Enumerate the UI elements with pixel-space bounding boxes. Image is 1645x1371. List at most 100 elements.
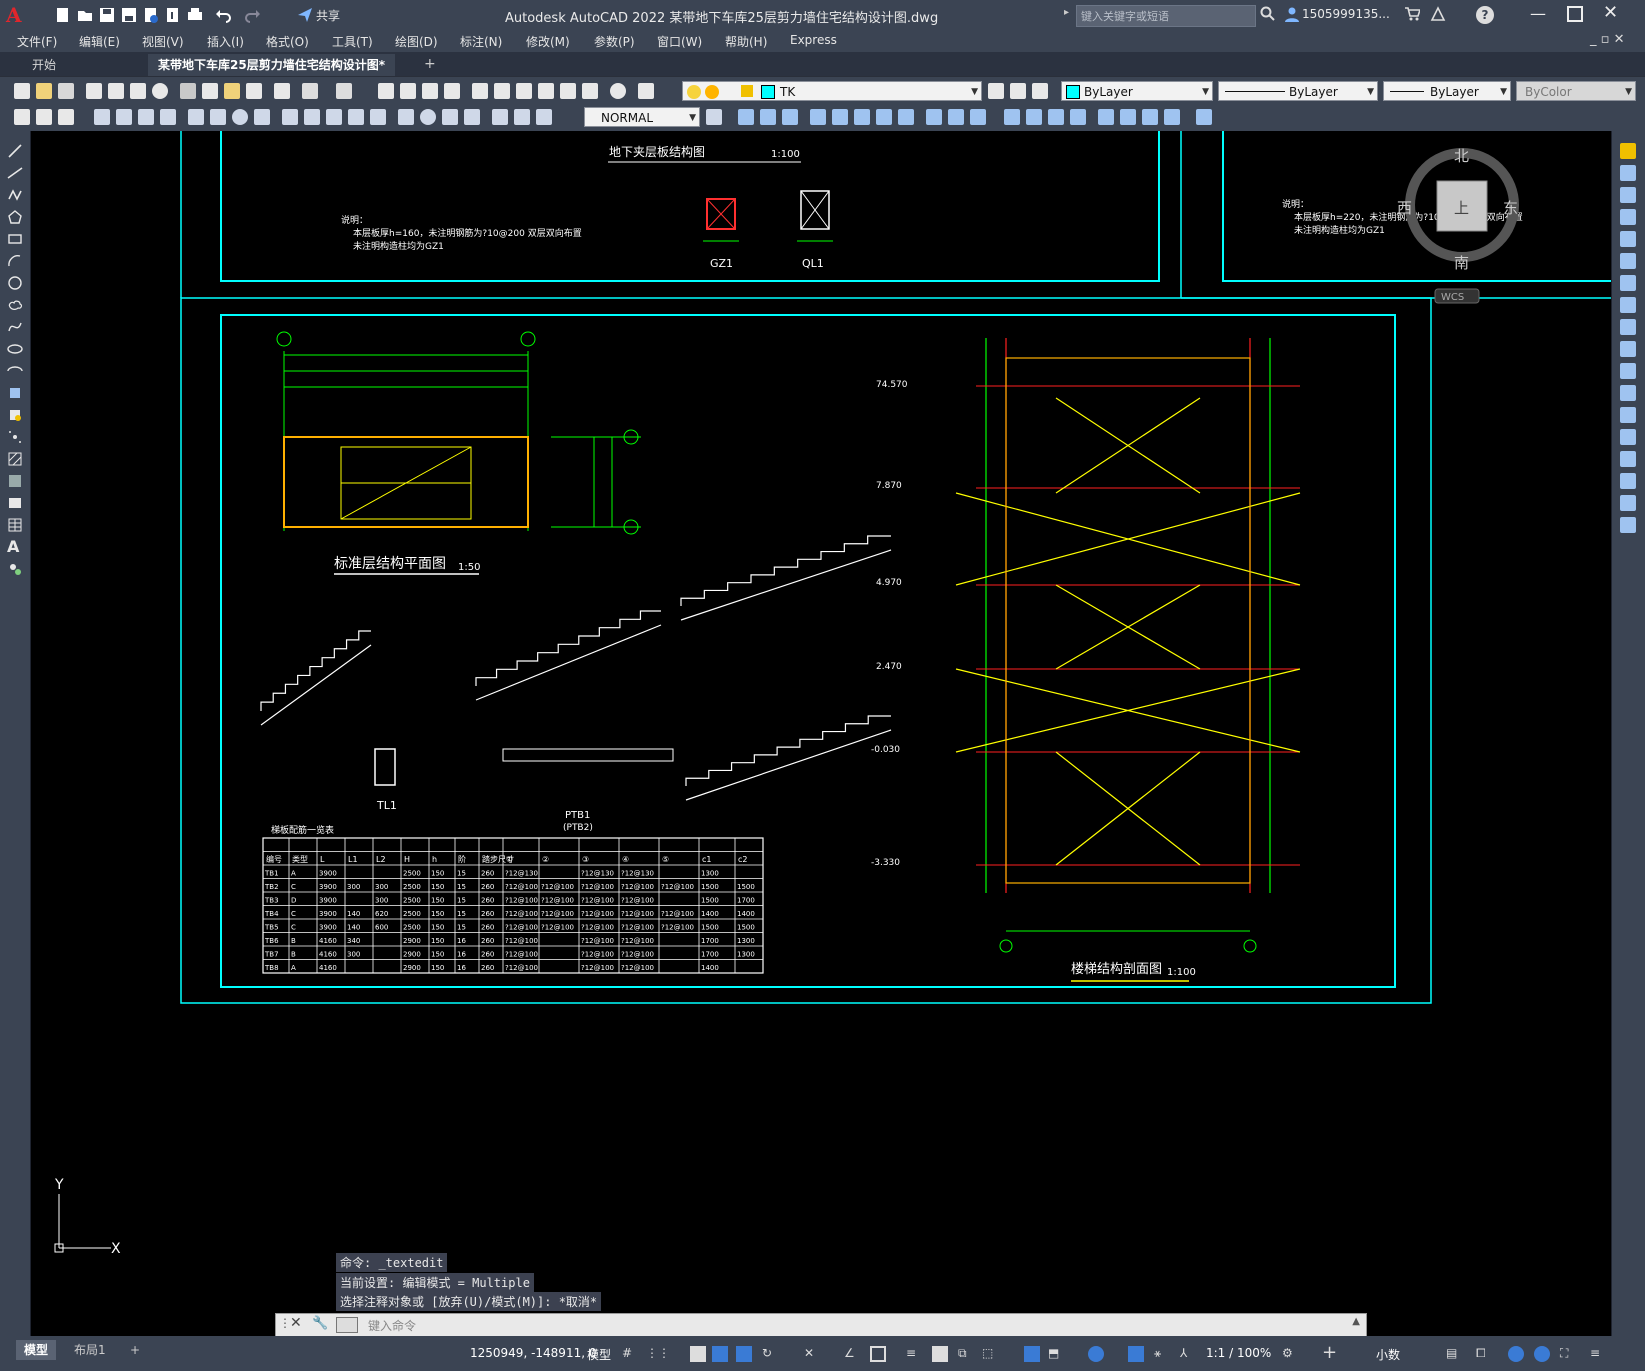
move-tool-icon[interactable] — [1620, 253, 1636, 269]
extend-tool-icon[interactable] — [1620, 363, 1636, 379]
blend-icon[interactable] — [1120, 109, 1136, 125]
polygon-icon[interactable] — [7, 209, 23, 225]
customization-icon[interactable]: ≡ — [1590, 1346, 1606, 1362]
coordinates[interactable]: 1250949, -148911, 0 — [470, 1346, 596, 1360]
tab-start[interactable]: 开始 — [22, 54, 66, 76]
multiline-text-icon[interactable]: A — [7, 537, 23, 556]
menu-dimension[interactable]: 标注(N) — [460, 33, 502, 50]
dim-ordinate-icon[interactable] — [160, 109, 176, 125]
command-expand-icon[interactable]: ▲ — [1352, 1316, 1360, 1327]
break-point-icon[interactable] — [1620, 385, 1636, 401]
construction-line-icon[interactable] — [7, 165, 23, 181]
help-tool-icon[interactable] — [610, 83, 626, 99]
menu-edit[interactable]: 编辑(E) — [79, 33, 120, 50]
cut-icon[interactable] — [180, 83, 196, 99]
tolerance-icon[interactable] — [398, 109, 414, 125]
polar-tracking-icon[interactable]: ↻ — [762, 1346, 778, 1362]
scale-tool-icon[interactable] — [1620, 297, 1636, 313]
menu-format[interactable]: 格式(O) — [266, 33, 309, 50]
tab-layout1[interactable]: 布局1 — [66, 1340, 114, 1360]
make-current-icon[interactable] — [988, 83, 1004, 99]
dim-text-edit-icon[interactable] — [514, 109, 530, 125]
offset-tool-icon[interactable] — [1620, 209, 1636, 225]
fillet-tool-icon[interactable] — [1620, 473, 1636, 489]
redo-tool-icon[interactable] — [336, 83, 352, 99]
new-tab-button[interactable]: + — [424, 56, 436, 72]
dim-edit-icon[interactable] — [492, 109, 508, 125]
inspect-icon[interactable] — [442, 109, 458, 125]
properties-icon[interactable] — [472, 83, 488, 99]
menu-insert[interactable]: 插入(I) — [207, 33, 244, 50]
dim-continue-icon[interactable] — [326, 109, 342, 125]
search-icon[interactable] — [1260, 6, 1276, 22]
annotation-scale[interactable]: 1:1 / 100% — [1206, 1346, 1271, 1360]
units-dropdown[interactable]: 小数 — [1376, 1346, 1400, 1363]
line-icon[interactable] — [7, 143, 23, 159]
drawing-svg[interactable]: 地下夹层板结构图 1:100 说明： 本层板厚h=160，未注明钢筋为?10@2… — [31, 131, 1611, 1336]
design-center-icon[interactable] — [494, 83, 510, 99]
spline-icon[interactable] — [7, 319, 23, 335]
dimstyle-dropdown[interactable]: NORMAL ▼ — [584, 107, 700, 127]
array-icon[interactable] — [832, 109, 848, 125]
workspace-icon[interactable]: ⚙ — [1282, 1346, 1298, 1362]
rotate-icon[interactable] — [876, 109, 892, 125]
make-block-icon[interactable] — [7, 407, 23, 423]
layer-previous-icon[interactable] — [1010, 83, 1026, 99]
autocad-logo-icon[interactable]: A — [6, 3, 30, 27]
snap-mode-icon[interactable]: ⋮⋮ — [646, 1346, 670, 1362]
menu-window[interactable]: 窗口(W) — [657, 33, 702, 50]
new-file-icon[interactable] — [54, 6, 72, 24]
snap-from-icon[interactable] — [36, 109, 52, 125]
sheet-set-icon[interactable] — [538, 83, 554, 99]
qnew-icon[interactable] — [14, 83, 30, 99]
hardware-acceleration-icon[interactable] — [1534, 1346, 1550, 1362]
jogged-linear-icon[interactable] — [464, 109, 480, 125]
menu-parametric[interactable]: 参数(P) — [594, 33, 635, 50]
menu-file[interactable]: 文件(F) — [17, 33, 57, 50]
minimize-icon[interactable]: — — [1530, 4, 1546, 23]
rotate-tool-icon[interactable] — [1620, 275, 1636, 291]
plotstyle-dropdown[interactable]: ByColor ▼ — [1516, 81, 1636, 101]
move-icon[interactable] — [854, 109, 870, 125]
menu-modify[interactable]: 修改(M) — [526, 33, 570, 50]
markup-icon[interactable] — [560, 83, 576, 99]
object-snap-tracking-icon[interactable]: ∠ — [844, 1346, 860, 1362]
publish-icon[interactable] — [130, 83, 146, 99]
zoom-previous-icon[interactable] — [444, 83, 460, 99]
menu-draw[interactable]: 绘图(D) — [395, 33, 438, 50]
ellipse-arc-icon[interactable] — [7, 363, 23, 379]
break-icon[interactable] — [1004, 109, 1020, 125]
dim-arc-icon[interactable] — [138, 109, 154, 125]
user-icon[interactable] — [1284, 6, 1300, 22]
plot-icon[interactable] — [186, 6, 204, 24]
plot-tool-icon[interactable] — [86, 83, 102, 99]
annotation-visibility-icon[interactable] — [1128, 1346, 1144, 1362]
gradient-icon[interactable] — [7, 473, 23, 489]
paste-icon[interactable] — [224, 83, 240, 99]
break-tool-icon[interactable] — [1620, 407, 1636, 423]
array-tool-icon[interactable] — [1620, 231, 1636, 247]
copy-icon[interactable] — [202, 83, 218, 99]
copy-object-icon[interactable] — [760, 109, 776, 125]
redo-icon[interactable] — [244, 6, 262, 24]
dim-break-icon[interactable] — [370, 109, 386, 125]
blend-curves-icon[interactable] — [1620, 495, 1636, 511]
new-layout-button[interactable]: + — [122, 1340, 148, 1360]
save-tool-icon[interactable] — [58, 83, 74, 99]
explode-icon[interactable] — [1098, 109, 1114, 125]
annotation-monitor-icon[interactable]: + — [1322, 1342, 1338, 1363]
close-icon[interactable]: ✕ — [1603, 2, 1618, 23]
open-web-icon[interactable] — [142, 6, 160, 24]
autodesk-app-icon[interactable] — [1430, 6, 1446, 22]
annotation-scale-icon[interactable]: ⅄ — [1180, 1346, 1196, 1362]
zoom-realtime-icon[interactable] — [400, 83, 416, 99]
open-icon[interactable] — [36, 83, 52, 99]
dim-space-icon[interactable] — [348, 109, 364, 125]
color-dropdown[interactable]: ByLayer ▼ — [1061, 81, 1213, 101]
lock-ui-icon[interactable]: ⧠ — [1476, 1346, 1492, 1362]
quick-dim-icon[interactable] — [282, 109, 298, 125]
grid-icon[interactable]: # — [622, 1346, 638, 1362]
menu-view[interactable]: 视图(V) — [142, 33, 184, 50]
dim-update-icon[interactable] — [536, 109, 552, 125]
snap-tool-icon[interactable] — [58, 109, 74, 125]
